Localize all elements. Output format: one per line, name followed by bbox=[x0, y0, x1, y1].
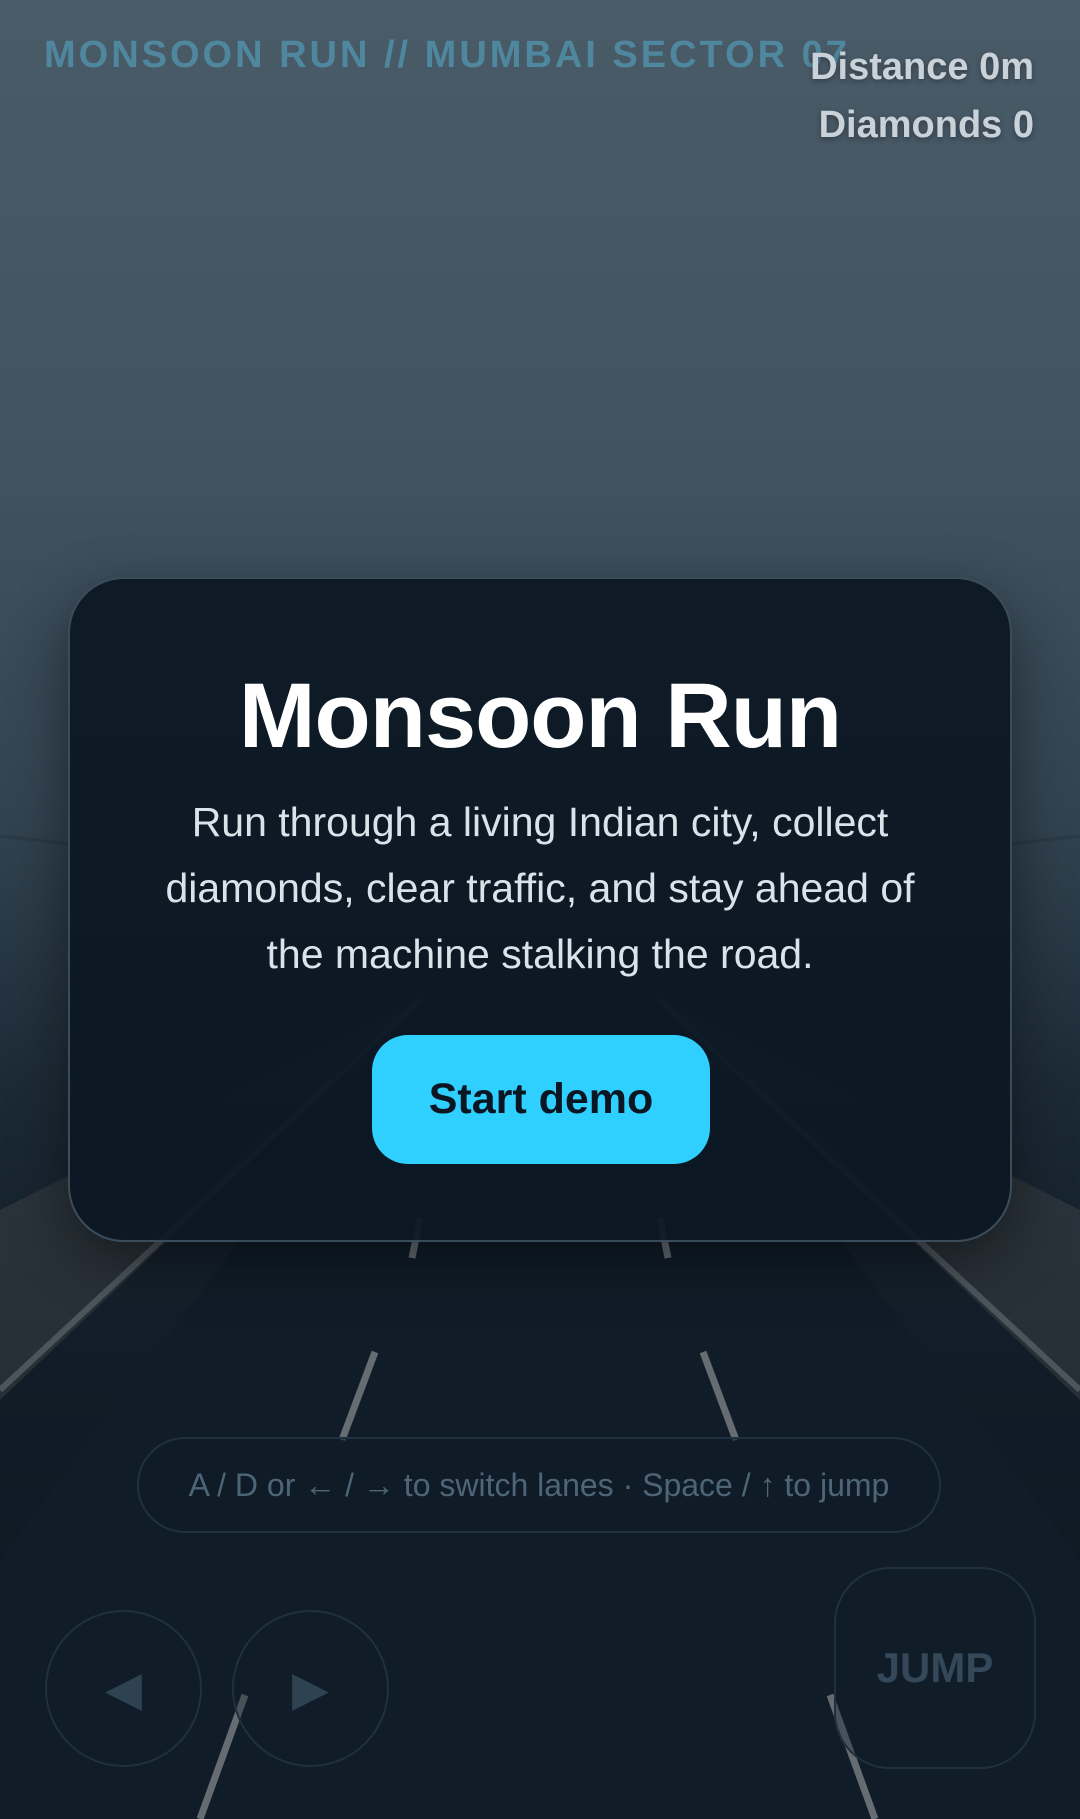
jump-label: JUMP bbox=[876, 1644, 994, 1691]
game-title: Monsoon Run bbox=[238, 665, 842, 767]
controls-hint: A / D or ← / → to switch lanes · Space /… bbox=[137, 1437, 941, 1533]
hud-title: MONSOON RUN // MUMBAI SECTOR 07 bbox=[44, 34, 850, 76]
move-left-button[interactable]: ◀ bbox=[45, 1610, 202, 1767]
diamonds-readout: Diamonds 0 bbox=[818, 104, 1034, 146]
move-right-button[interactable]: ▶ bbox=[232, 1610, 389, 1767]
hud-stats: Distance 0m Diamonds 0 bbox=[810, 38, 1034, 154]
game-description: Run through a living Indian city, collec… bbox=[165, 799, 915, 977]
start-overlay-card: Monsoon Run Run through a living Indian … bbox=[68, 577, 1012, 1242]
start-demo-button[interactable]: Start demo bbox=[372, 1035, 710, 1164]
jump-button[interactable]: JUMP bbox=[834, 1567, 1036, 1769]
distance-readout: Distance 0m bbox=[810, 46, 1034, 88]
arrow-left-icon: ◀ bbox=[105, 1662, 142, 1716]
arrow-right-icon: ▶ bbox=[292, 1662, 329, 1716]
